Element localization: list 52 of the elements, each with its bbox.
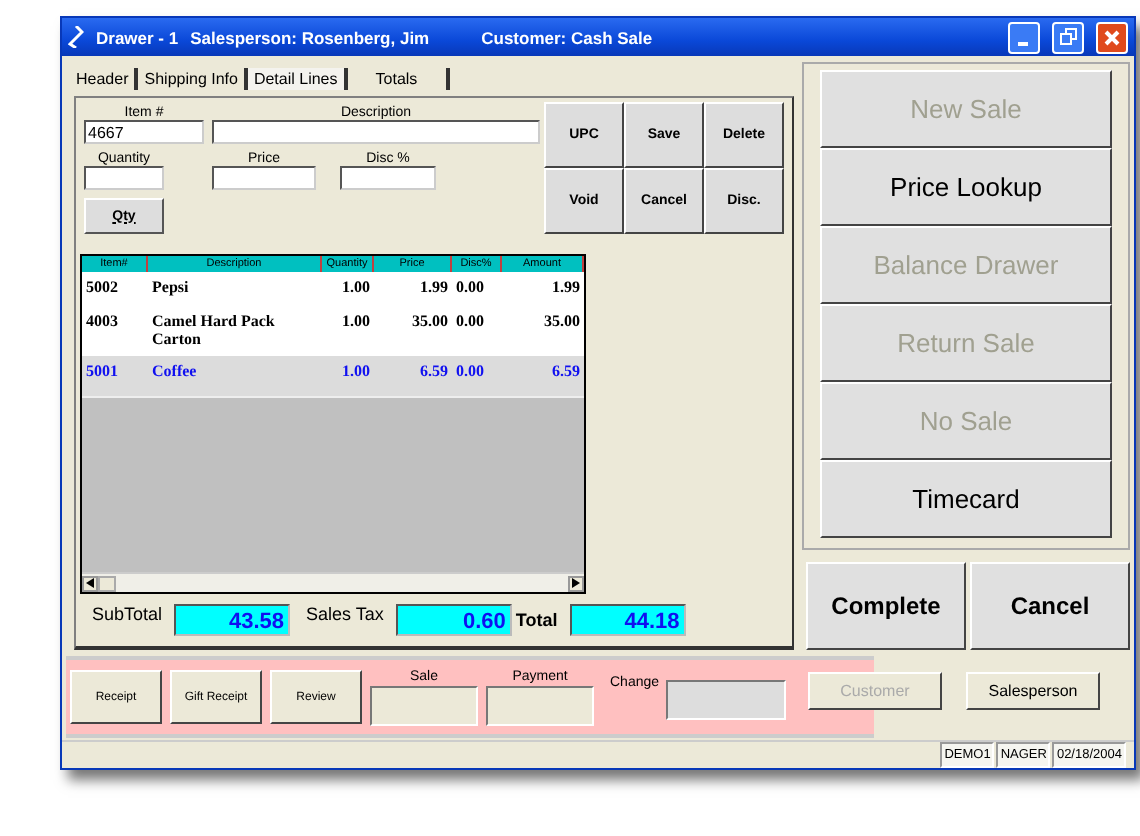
table-cell-text: Coffee <box>150 362 199 384</box>
complete-button[interactable]: Complete <box>806 562 966 650</box>
table-cell-text: 5002 <box>84 278 120 300</box>
cancel-button[interactable]: Cancel <box>970 562 1130 650</box>
table-cell-text: Pepsi <box>150 278 191 300</box>
input-field <box>486 685 594 725</box>
input-field[interactable]: 4667 <box>84 120 204 144</box>
table-cell-text: 1.00 <box>340 278 372 300</box>
table-row[interactable]: 5002 Pepsi 1.00 1.99 0.00 1.99 <box>82 272 584 306</box>
scroll-left-icon[interactable] <box>82 575 98 591</box>
input-field <box>665 679 786 719</box>
total-label: SubTotal <box>92 604 163 624</box>
table-cell-text: 35.00 <box>542 312 582 334</box>
minimize-icon[interactable] <box>1008 21 1040 53</box>
total-label: Sales Tax <box>306 604 384 624</box>
table-cell-text: 1.99 <box>418 278 450 300</box>
table-cell-text: 35.00 <box>410 312 450 334</box>
close-icon[interactable] <box>1096 21 1128 53</box>
table-cell-text: 6.59 <box>418 362 450 384</box>
input-field[interactable] <box>212 120 540 144</box>
input-field[interactable] <box>84 166 164 190</box>
restore-icon[interactable] <box>1052 21 1084 53</box>
app-icon <box>68 26 84 48</box>
total-label: Total <box>515 610 558 630</box>
total-value: 44.18 <box>569 604 686 636</box>
table-cell-text: 5001 <box>84 362 120 384</box>
table-cell-text: 0.00 <box>454 278 486 300</box>
tab[interactable]: Detail Lines <box>247 68 348 90</box>
action-button[interactable]: Price Lookup <box>820 148 1112 226</box>
table-cell-text: 6.59 <box>550 362 582 384</box>
table-cell-text: 1.00 <box>340 312 372 334</box>
total-value: 43.58 <box>174 604 291 636</box>
window-title: Drawer - 1 <box>96 27 179 47</box>
input-field[interactable] <box>212 166 316 190</box>
window-title: Salesperson: Rosenberg, Jim <box>190 27 430 47</box>
scroll-thumb[interactable] <box>98 575 116 591</box>
table-cell-text: 4003 <box>84 312 120 334</box>
table-cell-text: 0.00 <box>454 312 486 334</box>
table-row[interactable]: 4003 Camel Hard Pack Carton 1.00 35.00 0.00 35.00 <box>82 306 584 356</box>
scroll-right-icon[interactable] <box>568 575 584 591</box>
action-button[interactable]: Timecard <box>820 460 1112 538</box>
total-value: 0.60 <box>395 604 512 636</box>
lookup-button[interactable]: Salesperson <box>966 672 1100 710</box>
table-cell-text: Camel Hard Pack Carton <box>150 312 277 352</box>
input-field <box>370 685 478 725</box>
table-cell-text: 1.99 <box>550 278 582 300</box>
window-title: Customer: Cash Sale <box>481 27 653 47</box>
input-field[interactable] <box>340 166 436 190</box>
table-row[interactable]: 5001 Coffee 1.00 6.59 0.00 6.59 <box>82 356 584 398</box>
horizontal-scrollbar[interactable] <box>82 572 584 592</box>
table-cell-text: 0.00 <box>454 362 486 384</box>
table-cell-text: 1.00 <box>340 362 372 384</box>
